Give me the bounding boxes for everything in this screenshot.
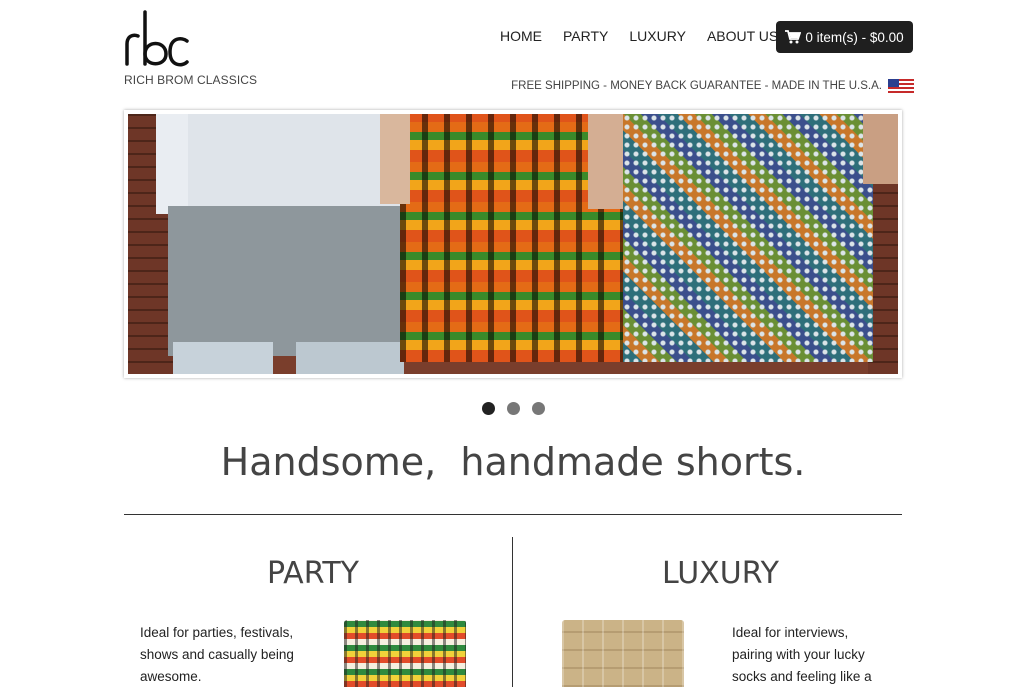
carousel-indicators [482, 402, 557, 415]
nav-about-us[interactable]: ABOUT US [707, 28, 778, 44]
main-nav: HOME PARTY LUXURY ABOUT US [500, 28, 799, 44]
nav-luxury[interactable]: LUXURY [629, 28, 686, 44]
brand-name: RICH BROM CLASSICS [124, 73, 258, 87]
shopping-cart-icon [785, 30, 802, 44]
brand-logo[interactable] [124, 10, 190, 68]
party-description: Ideal for parties, festivals, shows and … [140, 625, 294, 684]
carousel-dot-1[interactable] [482, 402, 495, 415]
luxury-description: Ideal for interviews, pairing with your … [732, 625, 872, 684]
nav-home[interactable]: HOME [500, 28, 542, 44]
shipping-text: FREE SHIPPING - MONEY BACK GUARANTEE - M… [511, 80, 882, 92]
column-divider [512, 537, 513, 687]
cart-summary: 0 item(s) - $0.00 [805, 29, 904, 45]
rbc-logo-icon [125, 10, 189, 67]
hero-carousel[interactable] [124, 110, 902, 378]
section-divider [124, 514, 902, 515]
carousel-dot-2[interactable] [507, 402, 520, 415]
carousel-dot-3[interactable] [532, 402, 545, 415]
party-shorts-image[interactable] [344, 620, 466, 687]
nav-party[interactable]: PARTY [563, 28, 608, 44]
cart-button[interactable]: 0 item(s) - $0.00 [776, 21, 913, 53]
shipping-banner: FREE SHIPPING - MONEY BACK GUARANTEE - M… [511, 79, 914, 93]
luxury-title[interactable]: LUXURY [662, 556, 779, 591]
tagline: Handsome, handmade shorts. [220, 440, 806, 484]
hero-image [128, 114, 898, 374]
us-flag-icon [888, 79, 914, 93]
luxury-shorts-image[interactable] [562, 620, 684, 687]
party-title[interactable]: PARTY [267, 556, 359, 591]
